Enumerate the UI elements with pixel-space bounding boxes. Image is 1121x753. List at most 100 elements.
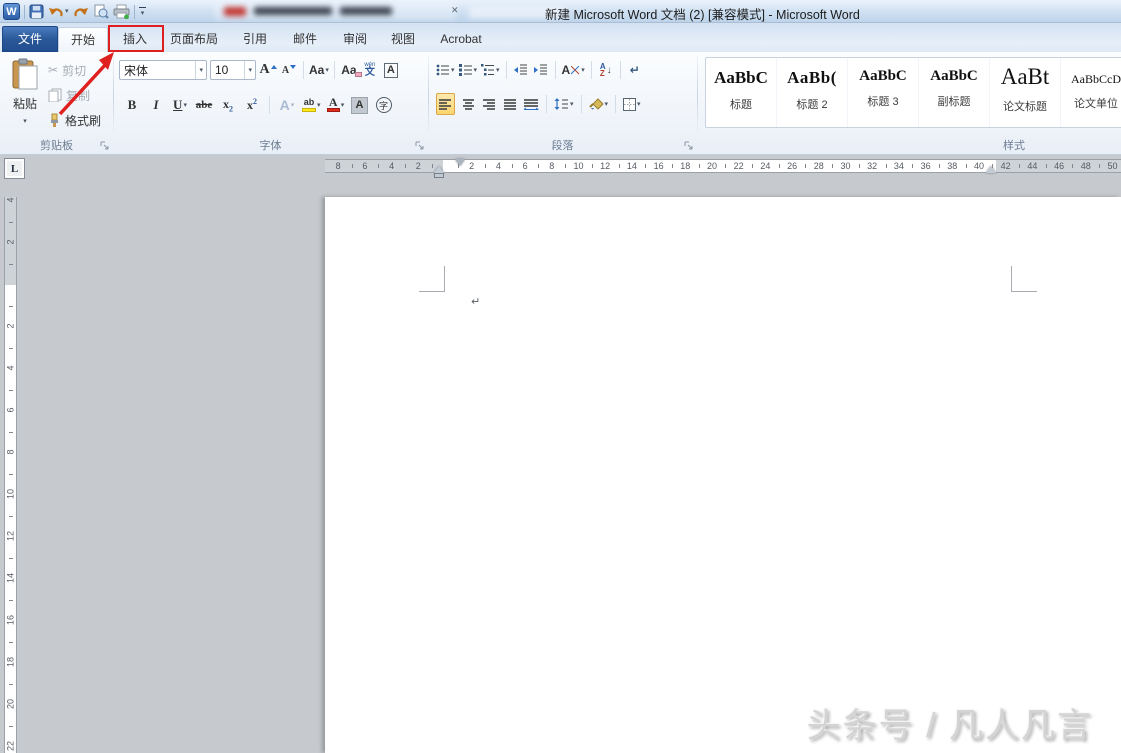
decrease-indent-button[interactable] xyxy=(513,59,529,81)
style-item-heading3[interactable]: AaBbC 标题 3 xyxy=(848,58,919,127)
undo-button[interactable]: ▾ xyxy=(48,3,69,21)
ruler-tick xyxy=(512,164,513,168)
justify-button[interactable] xyxy=(502,93,518,115)
underline-button[interactable]: U ▾ xyxy=(171,94,189,116)
character-shading-button[interactable]: A xyxy=(351,94,369,116)
show-hide-marks-button[interactable]: ↵ xyxy=(627,59,643,81)
tab-acrobat[interactable]: Acrobat xyxy=(427,27,495,52)
ruler-number: 36 xyxy=(920,161,932,172)
tab-page-layout[interactable]: 页面布局 xyxy=(161,27,227,52)
tab-view[interactable]: 视图 xyxy=(380,27,426,52)
undo-dropdown-arrow[interactable]: ▾ xyxy=(65,8,69,15)
ruler-number: 20 xyxy=(706,161,718,172)
style-item-paper-affiliation[interactable]: AaBbCcD 论文单位 xyxy=(1061,58,1121,127)
first-line-indent-marker[interactable] xyxy=(455,159,465,166)
clear-formatting-button[interactable]: Aa xyxy=(340,59,358,81)
horizontal-ruler[interactable]: 8642246810121416182022242628303234363840… xyxy=(325,159,1121,173)
paragraph-row-2: ▾ ▾ ▾ xyxy=(436,93,641,115)
italic-button[interactable]: I xyxy=(147,94,165,116)
increase-indent-icon xyxy=(534,64,548,76)
highlight-color-button[interactable]: ab ▾ xyxy=(302,94,321,116)
sort-button[interactable]: AZ ↓ xyxy=(598,59,614,81)
ruler-number: 40 xyxy=(973,161,985,172)
distribute-icon xyxy=(524,99,539,110)
phonetic-guide-button[interactable]: wén 文 xyxy=(361,59,379,81)
align-left-button[interactable] xyxy=(436,93,455,115)
style-sample: AaBbC xyxy=(706,68,776,88)
paste-label: 粘贴 xyxy=(6,95,44,112)
window-title: 新建 Microsoft Word 文档 (2) [兼容模式] - Micros… xyxy=(545,4,860,23)
small-close-icon[interactable]: ✕ xyxy=(451,5,459,16)
character-border-button[interactable]: A xyxy=(382,59,400,81)
asian-layout-arrow[interactable]: ▾ xyxy=(581,67,585,74)
hanging-indent-marker[interactable] xyxy=(434,166,444,173)
font-size-dropdown-arrow[interactable]: ▾ xyxy=(244,61,255,79)
grow-font-button[interactable]: A xyxy=(259,59,277,81)
tab-mailings[interactable]: 邮件 xyxy=(282,27,328,52)
underline-arrow[interactable]: ▾ xyxy=(183,102,187,109)
borders-arrow[interactable]: ▾ xyxy=(637,101,641,108)
font-name-dropdown-arrow[interactable]: ▾ xyxy=(195,61,206,79)
ruler-tick xyxy=(432,164,433,168)
borders-button[interactable]: ▾ xyxy=(623,93,641,115)
font-size-combobox[interactable]: 10 ▾ xyxy=(210,60,256,80)
superscript-button[interactable]: x2 xyxy=(243,94,261,116)
font-color-button[interactable]: A ▾ xyxy=(327,94,345,116)
redo-button[interactable] xyxy=(73,3,89,21)
paragraph-dialog-launcher[interactable] xyxy=(684,141,694,151)
clipboard-dialog-launcher[interactable] xyxy=(100,141,110,151)
shading-button[interactable]: ▾ xyxy=(589,93,609,115)
qat-customize-button[interactable]: ▾ xyxy=(139,7,146,17)
style-name: 副标题 xyxy=(919,93,989,109)
asian-layout-button[interactable]: A ▾ xyxy=(562,59,585,81)
bullets-arrow[interactable]: ▾ xyxy=(451,67,455,74)
numbering-button[interactable]: ▾ xyxy=(459,59,478,81)
document-page[interactable]: ↵ 头条号 / 凡人凡言 xyxy=(325,197,1121,753)
style-name: 标题 2 xyxy=(777,96,847,112)
change-case-button[interactable]: Aa ▾ xyxy=(309,59,329,81)
sort-icon: AZ xyxy=(600,63,606,77)
align-right-button[interactable] xyxy=(481,93,497,115)
multilevel-list-button[interactable]: ▾ xyxy=(481,59,500,81)
style-sample: AaBbCcD xyxy=(1061,72,1121,87)
align-center-button[interactable] xyxy=(460,93,476,115)
word-logo-icon[interactable]: W xyxy=(3,3,20,20)
separator xyxy=(620,61,621,79)
print-button[interactable] xyxy=(113,3,130,21)
font-dialog-launcher[interactable] xyxy=(415,141,425,151)
enclose-characters-button[interactable]: 字 xyxy=(375,94,393,116)
paste-dropdown-arrow[interactable]: ▾ xyxy=(23,118,27,125)
left-indent-marker[interactable] xyxy=(434,173,444,178)
style-item-heading2[interactable]: AaBb( 标题 2 xyxy=(777,58,848,127)
text-effects-button[interactable]: A ▾ xyxy=(278,94,296,116)
tab-references[interactable]: 引用 xyxy=(232,27,278,52)
increase-indent-button[interactable] xyxy=(533,59,549,81)
line-spacing-button[interactable]: ▾ xyxy=(554,93,574,115)
text-effects-icon: A xyxy=(280,97,290,113)
strikethrough-button[interactable]: abe xyxy=(195,94,213,116)
paste-button[interactable]: 粘贴 ▾ xyxy=(6,58,44,134)
tab-stop-selector[interactable]: L xyxy=(4,158,25,179)
font-color-arrow[interactable]: ▾ xyxy=(341,102,345,109)
save-button[interactable] xyxy=(29,3,44,21)
highlight-arrow[interactable]: ▾ xyxy=(317,102,321,109)
tab-review[interactable]: 审阅 xyxy=(332,27,378,52)
right-indent-marker[interactable] xyxy=(986,166,996,173)
ruler-number: 10 xyxy=(6,488,16,501)
style-item-subtitle[interactable]: AaBbC 副标题 xyxy=(919,58,990,127)
qat-separator xyxy=(24,5,25,19)
font-name-combobox[interactable]: 宋体 ▾ xyxy=(119,60,207,80)
vertical-ruler[interactable]: 42246810121416182022 xyxy=(4,197,17,753)
numbering-arrow[interactable]: ▾ xyxy=(474,67,478,74)
shading-arrow[interactable]: ▾ xyxy=(605,101,609,108)
distribute-button[interactable] xyxy=(523,93,539,115)
style-item-heading1[interactable]: AaBbC 标题 xyxy=(706,58,777,127)
style-item-paper-title[interactable]: AaBt 论文标题 xyxy=(990,58,1061,127)
shrink-font-button[interactable]: A xyxy=(280,59,298,81)
line-spacing-arrow[interactable]: ▾ xyxy=(570,101,574,108)
subscript-button[interactable]: x2 xyxy=(219,94,237,116)
print-preview-button[interactable] xyxy=(93,3,109,21)
multilevel-list-arrow[interactable]: ▾ xyxy=(496,67,500,74)
bullets-button[interactable]: ▾ xyxy=(436,59,455,81)
font-name-value: 宋体 xyxy=(120,62,195,79)
